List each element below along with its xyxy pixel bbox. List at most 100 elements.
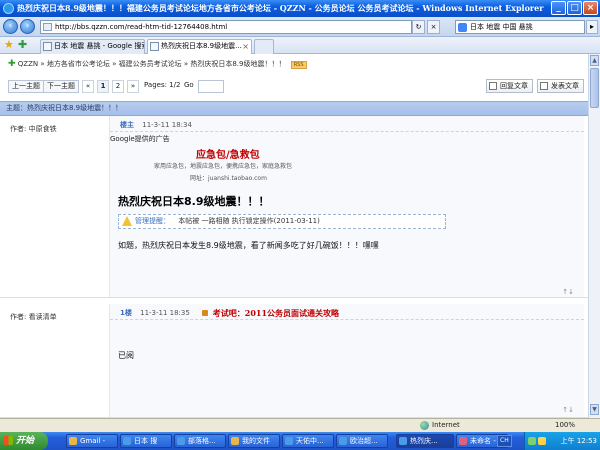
ad-label: Google提供的广告	[110, 135, 170, 143]
post-body: 楼主 11-3-11 18:34 Google提供的广告 应急包/急救包 家用应…	[110, 116, 584, 297]
author-column: 作者: 看读清单	[0, 304, 110, 417]
security-zone: Internet	[420, 420, 460, 431]
post-author[interactable]: 作者: 中原食铁	[10, 124, 57, 134]
vertical-scrollbar[interactable]: ▲ ▼	[588, 54, 600, 418]
start-button[interactable]: 开始	[0, 432, 48, 450]
warning-icon	[122, 216, 132, 226]
post-main: 作者: 中原食铁 楼主 11-3-11 18:34 Google提供的广告 应急…	[0, 116, 588, 298]
clock: 上午 12:53	[560, 437, 597, 445]
address-bar[interactable]: http://bbs.qzzn.com/read-htm-tid-1276440…	[40, 20, 412, 34]
post-time: 11-3-11 18:35	[140, 309, 190, 317]
ie-icon	[285, 437, 293, 445]
ie-icon	[3, 3, 14, 14]
taskbar-item-tianyou[interactable]: 天佑中...	[282, 434, 334, 448]
minimize-button[interactable]: _	[551, 1, 566, 15]
scroll-down-icon[interactable]: ▼	[590, 404, 599, 415]
address-toolbar: ‹ › http://bbs.qzzn.com/read-htm-tid-127…	[0, 17, 600, 37]
taskbar-item-gmail[interactable]: Gmail -	[66, 434, 118, 448]
next-topic-button[interactable]: 下一主题	[43, 80, 79, 93]
new-tab-button[interactable]	[254, 39, 274, 54]
post-title: 热烈庆祝日本8.9级地震！！！	[118, 195, 270, 208]
taskbar-item-search[interactable]: 日本 搜	[120, 434, 172, 448]
page-content: ✚ QZZN » 地方各省市公考论坛 » 福建公务员考试论坛 » 热烈庆祝日本8…	[0, 54, 588, 418]
new-post-icon	[540, 82, 548, 90]
add-favorite-icon[interactable]: ✚	[18, 39, 27, 51]
taskbar-item-blog[interactable]: 部落格...	[174, 434, 226, 448]
search-input[interactable]: 日本 地震 中国 悬挑	[455, 20, 585, 34]
search-button[interactable]: ▸	[586, 20, 598, 34]
zone-label: Internet	[432, 421, 460, 429]
page-1[interactable]: 1	[97, 80, 109, 93]
new-post-button[interactable]: 发表文章	[537, 79, 584, 93]
page-2[interactable]: 2	[112, 80, 124, 93]
post-time: 11-3-11 18:34	[142, 121, 192, 129]
tab-google-search[interactable]: 日本 地震 悬挑 - Google 搜索	[40, 39, 145, 54]
task-label: 部落格...	[188, 437, 216, 445]
address-url: http://bbs.qzzn.com/read-htm-tid-1276440…	[55, 23, 228, 31]
scrollbar-thumb[interactable]	[590, 68, 599, 108]
window-title-bar: 热烈庆祝日本8.9级地震！！！福建公务员考试论坛地方各省市公考论坛 - QZZN…	[0, 0, 600, 17]
post-reply: 作者: 看读清单 1楼 11-3-11 18:35 考试吧：2011公务员面试通…	[0, 304, 588, 418]
post-floor: 1楼	[120, 309, 132, 317]
volume-icon[interactable]	[538, 437, 546, 445]
tray-icon[interactable]	[528, 437, 536, 445]
reply-label: 回复文章	[500, 82, 528, 90]
taskbar: 开始 Gmail - 日本 搜 部落格... 我的文件 天佑中... 欧治超..…	[0, 432, 600, 450]
notice-label: 管理提醒：	[135, 217, 170, 225]
post-content: 已阅	[118, 351, 134, 360]
prev-topic-button[interactable]: 上一主题	[8, 80, 44, 93]
breadcrumb-path[interactable]: » 地方各省市公考论坛 » 福建公务员考试论坛 » 热烈庆祝日本8.9级地震！！…	[40, 60, 285, 68]
task-label: 天佑中...	[296, 437, 324, 445]
taskbar-item-ouzhi[interactable]: 欧治超...	[336, 434, 388, 448]
tab-close-icon[interactable]: ×	[242, 40, 249, 53]
firefox-icon	[69, 437, 77, 445]
close-button[interactable]: ×	[583, 1, 598, 15]
start-label: 开始	[16, 436, 35, 446]
language-indicator[interactable]: CH	[497, 435, 512, 447]
post-author[interactable]: 作者: 看读清单	[10, 312, 57, 322]
go-label: Go	[184, 81, 194, 89]
window-title: 热烈庆祝日本8.9级地震！！！福建公务员考试论坛地方各省市公考论坛 - QZZN…	[17, 3, 544, 13]
taskbar-item-current[interactable]: 热烈庆...	[396, 434, 454, 448]
back-button[interactable]: ‹	[3, 19, 18, 34]
scroll-top-icon[interactable]: ↑↓	[562, 406, 574, 414]
ie-icon	[123, 437, 131, 445]
breadcrumb-site[interactable]: QZZN	[18, 60, 38, 68]
tab-page-icon	[43, 42, 52, 51]
task-label: Gmail -	[80, 437, 106, 445]
scroll-top-icon[interactable]: ↑↓	[562, 288, 574, 296]
stop-button[interactable]: ×	[427, 20, 440, 34]
scroll-up-icon[interactable]: ▲	[590, 55, 599, 66]
pages-label: Pages: 1/2	[144, 81, 181, 89]
windows-flag-icon	[4, 436, 13, 445]
admin-notice: 管理提醒： 本帖被 一路相随 执行锁定操作(2011-03-11)	[118, 214, 446, 229]
page-icon	[43, 23, 52, 31]
notice-text: 本帖被 一路相随 执行锁定操作(2011-03-11)	[178, 217, 320, 225]
rss-badge[interactable]: RSS	[290, 61, 307, 69]
plus-icon: ✚	[8, 59, 16, 69]
google-icon	[458, 23, 467, 32]
ad-url[interactable]: 网址：juanshi.taobao.com	[190, 173, 267, 182]
reply-button[interactable]: 回复文章	[486, 79, 533, 93]
favorites-star-icon[interactable]: ★	[4, 39, 14, 51]
system-tray: CH 上午 12:53	[497, 432, 600, 450]
zoom-level[interactable]: 100%	[555, 420, 575, 431]
taskbar-item-documents[interactable]: 我的文件	[228, 434, 280, 448]
refresh-button[interactable]: ↻	[412, 20, 425, 34]
task-label: 日本 搜	[134, 437, 158, 445]
forward-button[interactable]: ›	[20, 19, 35, 34]
ie-icon	[177, 437, 185, 445]
ad-text[interactable]: 家用应急包，地震应急包，便携应急包，家庭急救包	[154, 161, 292, 170]
ad-title[interactable]: 应急包/急救包	[196, 146, 260, 161]
task-label: 未命名 -	[470, 437, 496, 445]
folder-icon	[231, 437, 239, 445]
tab-current-thread[interactable]: 热烈庆祝日本8.9级地震... ×	[147, 39, 252, 54]
maximize-button[interactable]: □	[567, 1, 582, 15]
page-jump-input[interactable]	[198, 80, 224, 93]
search-text: 日本 地震 中国 悬挑	[470, 23, 533, 31]
first-page-button[interactable]: «	[82, 80, 94, 93]
next-page-button[interactable]: »	[127, 80, 139, 93]
author-column: 作者: 中原食铁	[0, 116, 110, 297]
task-label: 我的文件	[242, 437, 270, 445]
promo-link[interactable]: 考试吧：2011公务员面试通关攻略	[202, 308, 339, 319]
